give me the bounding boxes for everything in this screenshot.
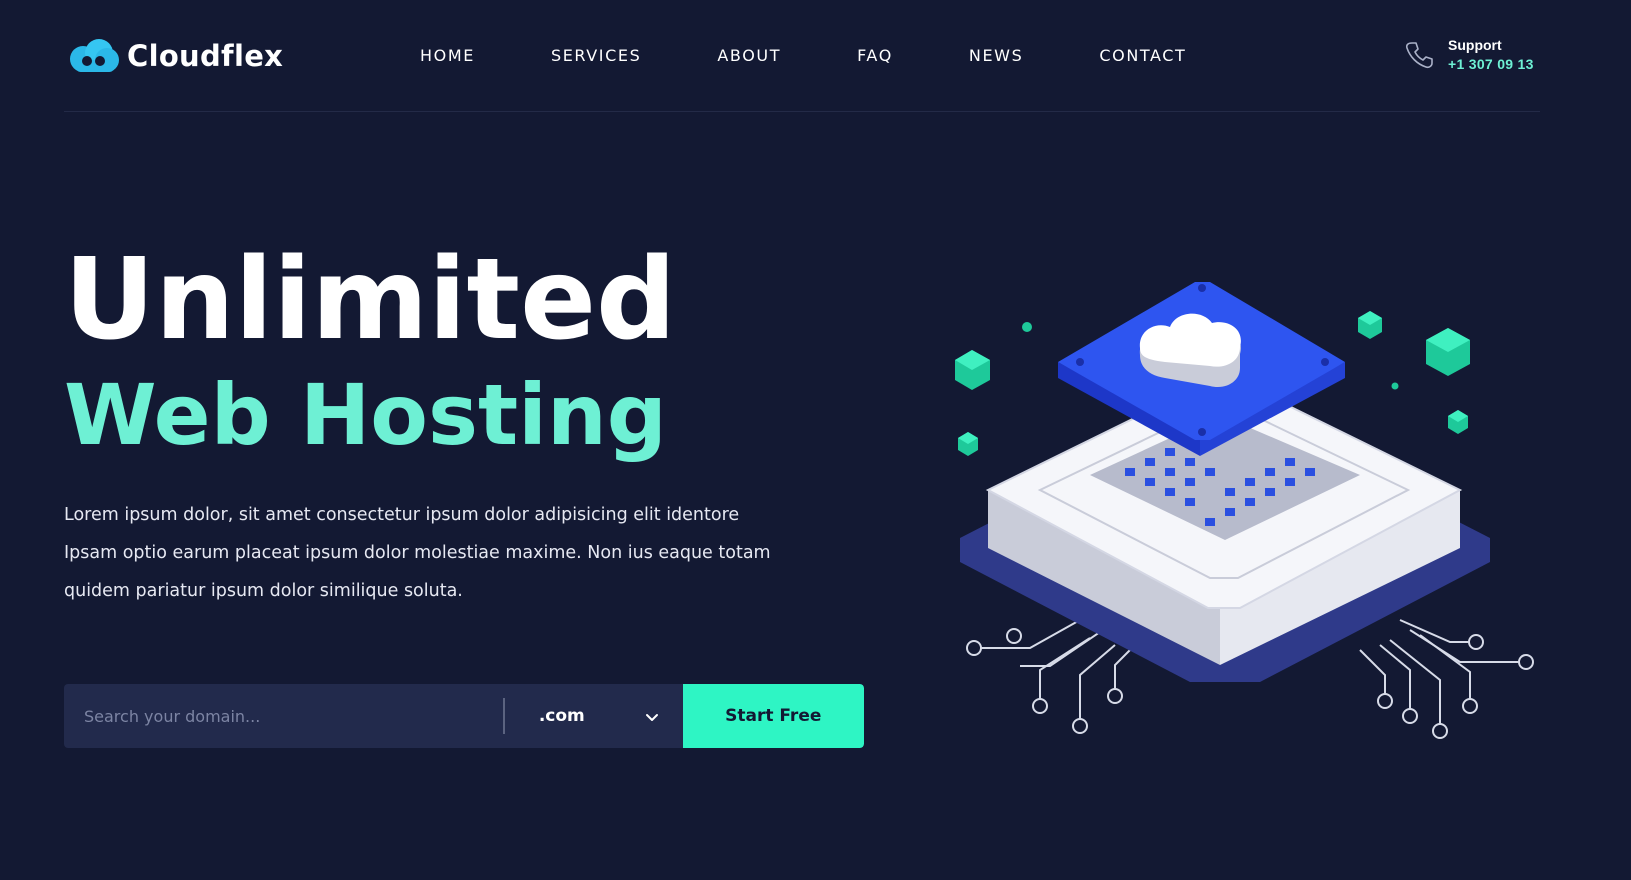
domain-search-input[interactable] [64,684,503,748]
support-label: Support [1448,37,1502,53]
tld-selected-value: .com [538,706,585,726]
nav-about[interactable]: ABOUT [717,46,781,65]
tld-select[interactable]: .com [505,684,683,748]
chevron-down-icon [645,714,658,721]
hero-title-line1: Unlimited [64,235,677,365]
hero-title-line2: Web Hosting [64,366,667,464]
cloud-icon [70,39,119,72]
brand-name: Cloudflex [127,39,284,73]
server-illustration [955,282,1534,739]
nav-faq[interactable]: FAQ [857,46,893,65]
hero-description: Lorem ipsum dolor, sit amet consectetur … [64,505,771,601]
phone-icon [1405,42,1433,69]
nav-contact[interactable]: CONTACT [1099,46,1186,65]
brand-logo[interactable]: Cloudflex [67,38,283,74]
nav-services[interactable]: SERVICES [551,46,641,65]
nav-home[interactable]: HOME [420,46,475,65]
site-header: Cloudflex HOME SERVICES ABOUT FAQ NEWS C… [64,0,1540,112]
main-nav: HOME SERVICES ABOUT FAQ NEWS CONTACT [420,46,1186,65]
nav-news[interactable]: NEWS [969,46,1023,65]
support-phone[interactable]: +1 307 09 13 [1448,55,1534,74]
support-contact[interactable]: Support +1 307 09 13 [1404,36,1534,74]
domain-search-bar: .com Start Free [64,684,864,748]
start-free-button[interactable]: Start Free [682,684,864,748]
